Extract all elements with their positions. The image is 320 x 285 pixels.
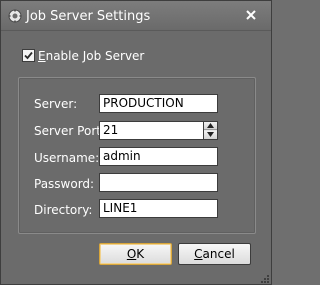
- close-icon[interactable]: [244, 8, 258, 22]
- spin-down-button[interactable]: [204, 131, 217, 139]
- enable-job-server-label: Enable Job Server: [38, 49, 145, 63]
- window-title: Job Server Settings: [26, 9, 151, 24]
- checkmark-icon: [24, 51, 33, 60]
- username-label: Username:: [34, 151, 100, 165]
- server-port-spinner[interactable]: [203, 121, 218, 140]
- server-port-label: Server Port:: [34, 124, 105, 138]
- server-field[interactable]: PRODUCTION: [99, 94, 218, 113]
- spin-up-button[interactable]: [204, 122, 217, 130]
- cancel-button[interactable]: Cancel: [178, 243, 251, 265]
- ok-button[interactable]: OK: [99, 243, 172, 265]
- username-field[interactable]: admin: [99, 147, 218, 166]
- arrow-up-icon: [207, 123, 214, 128]
- directory-label: Directory:: [34, 203, 93, 217]
- checkbox-box[interactable]: [22, 49, 35, 62]
- directory-field[interactable]: LINE1: [99, 199, 218, 218]
- server-port-field[interactable]: 21: [99, 121, 204, 140]
- arrow-down-icon: [207, 132, 214, 137]
- resize-grip-icon[interactable]: [260, 273, 270, 283]
- password-field[interactable]: [99, 173, 218, 192]
- title-bar[interactable]: Job Server Settings: [1, 1, 271, 31]
- password-label: Password:: [34, 177, 95, 191]
- server-label: Server:: [34, 97, 78, 111]
- gear-icon: [8, 9, 22, 23]
- job-server-settings-dialog: Job Server Settings Enable Job Server Se…: [0, 0, 272, 285]
